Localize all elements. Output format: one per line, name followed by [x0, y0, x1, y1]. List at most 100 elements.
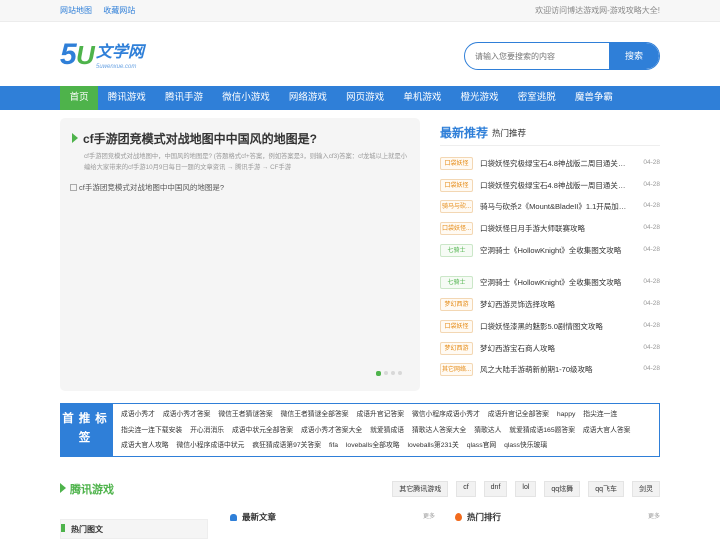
tag-link[interactable]: happy: [557, 411, 576, 418]
news-category-tag[interactable]: 口袋妖怪: [440, 319, 473, 333]
news-title[interactable]: 口袋妖怪漆黑的魅影5.0剧情图文攻略: [480, 321, 630, 332]
tag-link[interactable]: 指尖连一连下载安装: [121, 427, 182, 434]
tag-link[interactable]: 成语升官记全部答案: [488, 411, 549, 418]
news-title[interactable]: 口袋妖怪究极绿宝石4.8神战版一周目通关攻略: [480, 180, 630, 191]
recommend-title: 最新推荐: [440, 126, 489, 140]
tag-link[interactable]: 成语大官人攻略: [121, 442, 169, 449]
search-button[interactable]: 搜索: [609, 43, 659, 69]
featured-title[interactable]: cf手游团竞模式对战地图中中国风的地图是?: [72, 130, 317, 147]
news-date: 04-28: [643, 300, 660, 308]
nav-item-orange-games[interactable]: 橙光游戏: [451, 86, 508, 110]
tag-link[interactable]: 微信王者猜谜全部答案: [281, 411, 349, 418]
section-tag[interactable]: 剑灵: [632, 481, 660, 497]
tag-link[interactable]: 疯狂猜成语第97关答案: [252, 442, 321, 449]
search-input[interactable]: [465, 43, 615, 69]
section-tag[interactable]: qq炫舞: [544, 481, 581, 497]
nav-item-web-games[interactable]: 网页游戏: [337, 86, 394, 110]
nav-item-tencent-games[interactable]: 腾讯游戏: [98, 86, 155, 110]
tag-link[interactable]: 猜歌达人: [474, 427, 501, 434]
news-date: 04-28: [643, 321, 660, 329]
news-item[interactable]: 七骑士 空洞骑士《HollowKnight》全收集图文攻略 04-28: [440, 272, 660, 294]
news-category-tag[interactable]: 七骑士: [440, 276, 473, 290]
news-list: 口袋妖怪 口袋妖怪究极绿宝石4.8神战版二周目通关攻略 04-28 口袋妖怪 口袋妖怪究…: [440, 153, 660, 381]
ranking-more-link[interactable]: 更多: [648, 511, 660, 520]
section-tag[interactable]: qq飞车: [588, 481, 624, 497]
news-category-tag[interactable]: 口袋妖怪: [440, 157, 473, 170]
bookmark-link[interactable]: 收藏网站: [103, 6, 135, 15]
nav-item-escape-room[interactable]: 密室逃脱: [508, 86, 565, 110]
nav-item-home[interactable]: 首页: [60, 86, 99, 110]
latest-more-link[interactable]: 更多: [423, 511, 435, 520]
tag-link[interactable]: 成语小秀才: [121, 411, 155, 418]
tag-link[interactable]: 猜歌达人答案大全: [412, 427, 466, 434]
news-category-tag[interactable]: 其它网络...: [440, 363, 473, 377]
nav-item-wechat-games[interactable]: 微信小游戏: [213, 86, 280, 110]
section-tag[interactable]: dnf: [483, 481, 508, 497]
tag-link[interactable]: 微信小程序成语小秀才: [412, 411, 480, 418]
carousel-dot[interactable]: [376, 370, 381, 376]
carousel-dot[interactable]: [391, 371, 395, 375]
news-item[interactable]: 口袋妖怪 口袋妖怪究极绿宝石4.8神战版一周目通关攻略 04-28: [440, 175, 660, 197]
play-arrow-icon: [72, 133, 78, 143]
news-category-tag[interactable]: 口袋妖怪...: [440, 222, 473, 236]
news-date: 04-28: [643, 245, 660, 253]
hot-recommend-label[interactable]: 热门推荐: [492, 127, 526, 139]
tag-link[interactable]: loveballs全部攻略: [346, 442, 400, 449]
news-title[interactable]: 梦幻西游宝石商人攻略: [480, 343, 630, 354]
news-item[interactable]: 骑马与砍... 骑马与砍杀2《Mount&BladeII》1.1开局加点攻略 04-…: [440, 196, 660, 218]
news-title[interactable]: 口袋妖怪日月手游大师联赛攻略: [480, 223, 630, 234]
site-map-link[interactable]: 网站地图: [60, 6, 92, 15]
tag-link[interactable]: fifa: [329, 442, 338, 449]
news-category-tag[interactable]: 口袋妖怪: [440, 178, 473, 192]
news-title[interactable]: 口袋妖怪究极绿宝石4.8神战版二周目通关攻略: [480, 158, 630, 169]
bottom-area: 热门图文 最新文章 更多 热门排行 更多: [60, 509, 660, 539]
section-tag[interactable]: cf: [456, 481, 476, 497]
tag-link[interactable]: qlass快乐玻璃: [504, 442, 547, 449]
featured-image[interactable]: cf手游团竞模式对战地图中中国风的地图是?: [70, 182, 224, 193]
news-item[interactable]: 七骑士 空洞骑士《HollowKnight》全收集图文攻略 04-28: [440, 240, 660, 262]
tag-link[interactable]: 就爱猜成语: [370, 427, 404, 434]
nav-item-tencent-mobile[interactable]: 腾讯手游: [155, 86, 212, 110]
carousel-dot[interactable]: [398, 371, 402, 375]
news-category-tag[interactable]: 梦幻西游: [440, 298, 473, 312]
nav-item-warcraft[interactable]: 魔兽争霸: [565, 86, 622, 110]
tag-link[interactable]: 成语小秀才答案: [163, 411, 211, 418]
news-category-tag[interactable]: 七骑士: [440, 243, 473, 257]
tag-link[interactable]: 成语小秀才答案大全: [301, 427, 362, 434]
top-bar: 网站地图 收藏网站 欢迎访问博达游戏网-游戏攻略大全!: [0, 0, 720, 22]
news-category-tag[interactable]: 骑马与砍...: [440, 200, 473, 214]
header: 5 U 文学网 5uwenxue.com 搜索: [60, 22, 660, 86]
tag-link[interactable]: 微信王者猜谜答案: [218, 411, 272, 418]
hot-pictures-label: 热门图文: [71, 525, 103, 534]
tag-link[interactable]: loveballs第231关: [407, 442, 458, 449]
tag-link[interactable]: 微信小程序成语中状元: [176, 442, 244, 449]
tag-link[interactable]: 就爱猜成语165题答案: [509, 427, 575, 434]
news-title[interactable]: 空洞骑士《HollowKnight》全收集图文攻略: [480, 245, 630, 256]
news-category-tag[interactable]: 梦幻西游: [440, 341, 473, 355]
news-item[interactable]: 口袋妖怪 口袋妖怪究极绿宝石4.8神战版二周目通关攻略 04-28: [440, 153, 660, 175]
tag-link[interactable]: 成语升官记答案: [356, 411, 404, 418]
news-title[interactable]: 骑马与砍杀2《Mount&BladeII》1.1开局加点攻略: [480, 201, 630, 212]
nav-item-online-games[interactable]: 网络游戏: [279, 86, 336, 110]
news-item[interactable]: 口袋妖怪... 口袋妖怪日月手游大师联赛攻略 04-28: [440, 218, 660, 240]
hot-ranking-title: 热门排行: [467, 512, 502, 522]
tag-link[interactable]: 成语中状元全部答案: [232, 427, 293, 434]
news-title[interactable]: 风之大陆手游萌新前期1-70级攻略: [480, 364, 630, 375]
news-title[interactable]: 空洞骑士《HollowKnight》全收集图文攻略: [480, 277, 630, 288]
nav-item-single-games[interactable]: 单机游戏: [394, 86, 451, 110]
news-item[interactable]: 口袋妖怪 口袋妖怪漆黑的魅影5.0剧情图文攻略 04-28: [440, 316, 660, 338]
section-tag[interactable]: lol: [515, 481, 537, 497]
featured-article[interactable]: cf手游团竞模式对战地图中中国风的地图是? cf手游团竞模式对战地图中，中国风的…: [60, 118, 420, 391]
main-nav: 首页 腾讯游戏 腾讯手游 微信小游戏 网络游戏 网页游戏 单机游戏 橙光游戏 密…: [0, 86, 720, 110]
news-item[interactable]: 梦幻西游 梦幻西游灵饰选择攻略 04-28: [440, 294, 660, 316]
news-item[interactable]: 梦幻西游 梦幻西游宝石商人攻略 04-28: [440, 338, 660, 360]
tag-link[interactable]: 指尖连一连: [583, 411, 617, 418]
tag-link[interactable]: 开心消消乐: [190, 427, 224, 434]
tag-link[interactable]: 成语大官人答案: [583, 427, 631, 434]
news-title[interactable]: 梦幻西游灵饰选择攻略: [480, 299, 630, 310]
news-item[interactable]: 其它网络... 风之大陆手游萌新前期1-70级攻略 04-28: [440, 359, 660, 381]
tag-link[interactable]: qlass官网: [467, 442, 496, 449]
site-logo[interactable]: 5 U 文学网 5uwenxue.com: [60, 36, 152, 74]
section-tag[interactable]: 其它腾讯游戏: [392, 481, 449, 497]
carousel-dot[interactable]: [384, 371, 388, 375]
